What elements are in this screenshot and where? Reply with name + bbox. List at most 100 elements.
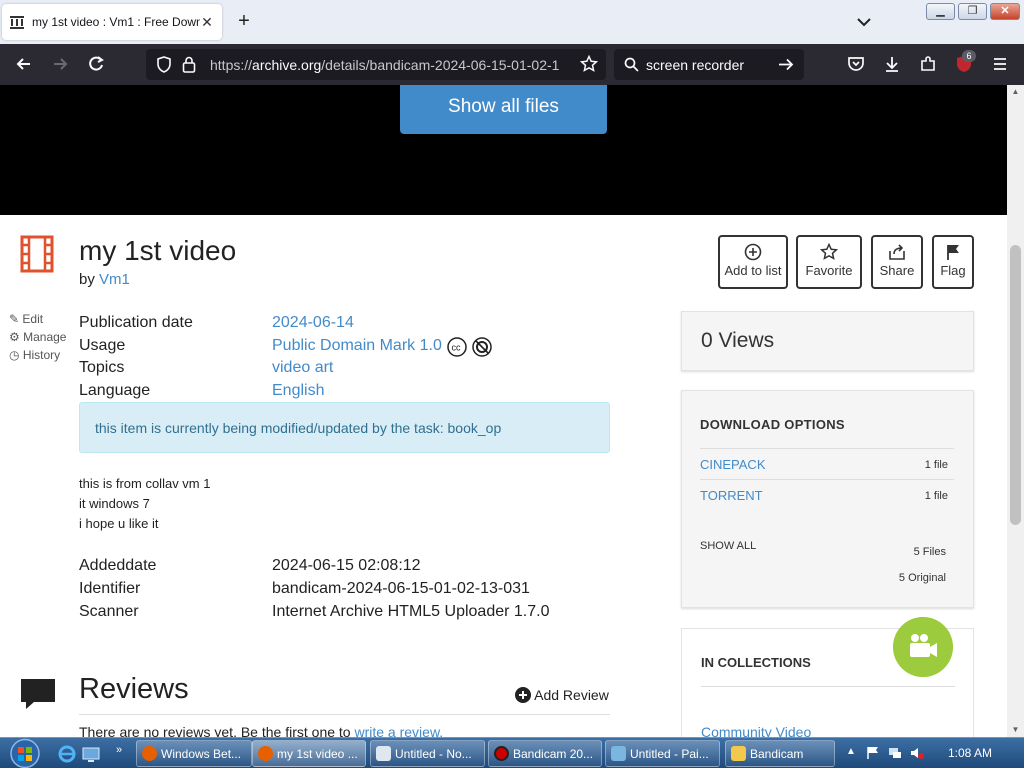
collection-link[interactable]: Community Video — [701, 724, 811, 737]
volume-muted-icon[interactable] — [910, 746, 924, 760]
chevron-down-icon[interactable] — [856, 14, 872, 30]
scanner-label: Scanner — [79, 603, 139, 620]
film-strip-icon — [20, 235, 54, 273]
scroll-thumb[interactable] — [1010, 245, 1021, 525]
taskbar-item[interactable]: Untitled - No... — [370, 740, 485, 767]
usage-link[interactable]: Public Domain Mark 1.0 — [272, 337, 442, 355]
url-bar[interactable]: https://archive.org/details/bandicam-202… — [146, 49, 606, 80]
search-go-arrow-icon[interactable] — [778, 57, 794, 72]
manage-link[interactable]: ⚙ Manage — [9, 330, 66, 344]
tray-clock[interactable]: 1:08 AM — [948, 746, 992, 760]
search-icon — [624, 57, 639, 72]
share-button[interactable]: Share — [871, 235, 923, 289]
taskbar-item[interactable]: Bandicam 20... — [488, 740, 602, 767]
more-quicklaunch-icon[interactable]: » — [116, 744, 122, 756]
scanner-value: Internet Archive HTML5 Uploader 1.7.0 — [272, 603, 550, 620]
addeddate-label: Addeddate — [79, 557, 157, 574]
edit-link[interactable]: ✎ Edit — [9, 312, 43, 326]
search-bar[interactable]: screen recorder — [614, 49, 804, 80]
browser-tab-active[interactable]: my 1st video : Vm1 : Free Down ✕ — [2, 4, 222, 40]
download-option-link[interactable]: TORRENT — [700, 488, 763, 503]
taskbar-item[interactable]: my 1st video ... — [252, 740, 366, 767]
show-all-downloads-link[interactable]: SHOW ALL — [700, 540, 756, 552]
publication-date-link[interactable]: 2024-06-14 — [272, 314, 354, 332]
minimize-window-button[interactable]: ▁ — [926, 3, 955, 20]
network-icon[interactable] — [888, 746, 902, 760]
hamburger-menu-icon[interactable] — [990, 54, 1010, 74]
firefox-icon — [142, 746, 157, 761]
topics-label: Topics — [79, 359, 125, 376]
lock-icon[interactable] — [182, 56, 196, 73]
search-input[interactable]: screen recorder — [646, 57, 744, 73]
windows-start-icon[interactable] — [6, 738, 44, 768]
speech-bubble-icon — [21, 679, 55, 709]
download-option-row: CINEPACK 1 file — [700, 448, 954, 479]
share-icon — [889, 244, 905, 260]
show-desktop-icon[interactable] — [82, 745, 100, 763]
divider — [701, 686, 955, 687]
views-panel: 0 Views — [681, 311, 974, 371]
maximize-window-button[interactable]: ❐ — [958, 3, 987, 20]
action-center-flag-icon[interactable] — [866, 746, 880, 760]
reload-icon[interactable] — [86, 54, 106, 74]
topics-link[interactable]: video art — [272, 359, 333, 377]
url-text: https://archive.org/details/bandicam-202… — [210, 57, 560, 73]
original-count: 5 Original — [898, 572, 946, 584]
public-domain-icon: cc — [447, 337, 492, 357]
collections-heading: IN COLLECTIONS — [701, 655, 811, 670]
language-link[interactable]: English — [272, 382, 324, 400]
no-reviews-text: There are no reviews yet. Be the first o… — [79, 724, 443, 737]
forward-arrow-icon[interactable] — [50, 54, 70, 74]
usage-label: Usage — [79, 337, 126, 354]
internet-explorer-icon[interactable] — [58, 745, 76, 763]
add-to-list-label: Add to list — [724, 263, 782, 278]
taskbar-item[interactable]: Bandicam — [725, 740, 835, 767]
favorite-button[interactable]: Favorite — [796, 235, 862, 289]
publication-date-label: Publication date — [79, 314, 193, 331]
divider — [79, 714, 610, 715]
history-link[interactable]: ◷ History — [9, 348, 60, 362]
new-tab-icon[interactable]: + — [234, 11, 254, 32]
files-count: 5 Files — [913, 546, 946, 558]
flag-icon — [947, 245, 959, 260]
pencil-icon: ✎ — [9, 312, 20, 326]
extension-badge: 6 — [962, 50, 976, 62]
download-options-panel: DOWNLOAD OPTIONS CINEPACK 1 file TORRENT… — [681, 390, 974, 608]
add-to-list-button[interactable]: Add to list — [718, 235, 788, 289]
add-review-button[interactable]: Add Review — [515, 687, 609, 703]
page-scrollbar[interactable]: ▲ ▼ — [1007, 85, 1024, 737]
identifier-label: Identifier — [79, 580, 141, 597]
download-option-count: 1 file — [924, 459, 948, 471]
community-video-collection-icon[interactable] — [893, 617, 953, 677]
paint-icon — [611, 746, 626, 761]
pocket-icon[interactable] — [846, 54, 866, 74]
back-arrow-icon[interactable] — [14, 54, 34, 74]
download-options-heading: DOWNLOAD OPTIONS — [700, 417, 845, 432]
write-review-link[interactable]: write a review. — [354, 724, 443, 737]
extensions-puzzle-icon[interactable] — [918, 54, 938, 74]
plus-circle-icon — [515, 687, 531, 703]
views-count: 0 Views — [701, 329, 775, 352]
shield-icon[interactable] — [156, 56, 172, 73]
plus-circle-icon — [744, 243, 762, 261]
taskbar-item[interactable]: Untitled - Pai... — [605, 740, 720, 767]
flag-label: Flag — [940, 263, 966, 278]
share-label: Share — [879, 263, 915, 278]
download-option-link[interactable]: CINEPACK — [700, 457, 766, 472]
close-window-button[interactable]: ✕ — [990, 3, 1020, 20]
reviews-heading: Reviews — [79, 673, 189, 705]
description-line: this is from collav vm 1 — [79, 476, 211, 491]
creator-link[interactable]: Vm1 — [99, 271, 130, 288]
show-all-files-button[interactable]: Show all files — [400, 85, 607, 134]
taskbar-item[interactable]: Windows Bet... — [136, 740, 252, 767]
clock-icon: ◷ — [9, 348, 20, 362]
video-theatre: Show all files — [0, 85, 1007, 215]
flag-button[interactable]: Flag — [932, 235, 974, 289]
firefox-icon — [258, 746, 273, 761]
downloads-icon[interactable] — [882, 54, 902, 74]
scroll-down-arrow-icon[interactable]: ▼ — [1010, 725, 1021, 735]
tray-expand-icon[interactable]: ▲ — [846, 746, 856, 757]
bookmark-star-icon[interactable] — [580, 55, 598, 73]
scroll-up-arrow-icon[interactable]: ▲ — [1010, 87, 1021, 97]
tab-close-icon[interactable]: ✕ — [200, 14, 214, 31]
